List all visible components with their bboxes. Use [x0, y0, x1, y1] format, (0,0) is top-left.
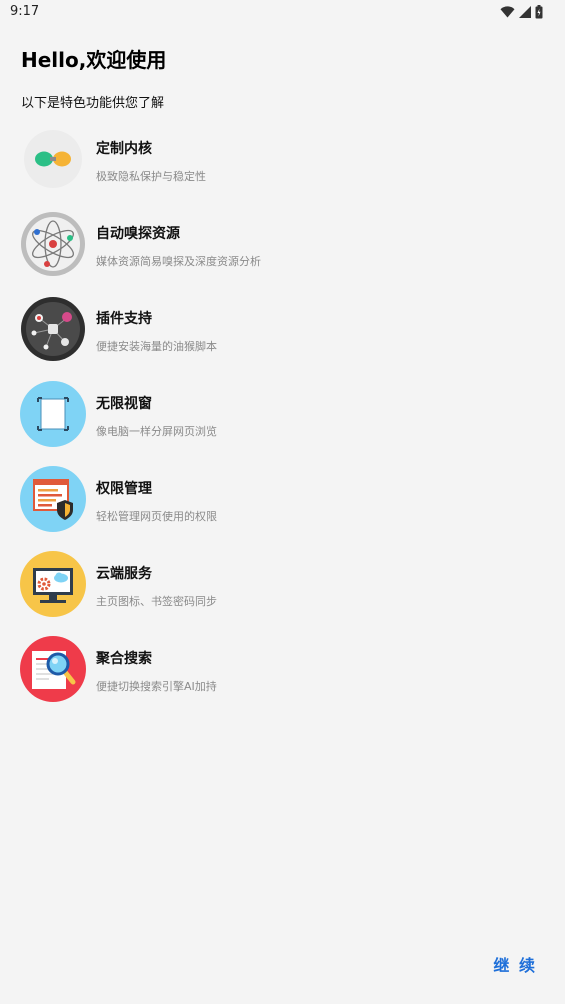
feature-title: 云端服务: [96, 566, 152, 582]
signal-icon: [519, 6, 531, 18]
feature-item-permission: 权限管理 轻松管理网页使用的权限: [20, 466, 540, 534]
feature-title: 自动嗅探资源: [96, 226, 180, 242]
feature-item-window: 无限视窗 像电脑一样分屏网页浏览: [20, 381, 540, 449]
continue-button[interactable]: 继 续: [493, 952, 537, 976]
feature-title: 无限视窗: [96, 396, 152, 412]
feature-item-kernel: 定制内核 极致隐私保护与稳定性: [20, 126, 540, 194]
feature-desc: 便捷切换搜索引擎AI加持: [96, 680, 217, 693]
feature-title: 权限管理: [96, 481, 152, 497]
page-subtitle: 以下是特色功能供您了解: [21, 96, 165, 111]
kernel-icon: [20, 126, 86, 192]
status-time: 9:17: [10, 4, 40, 19]
feature-desc: 轻松管理网页使用的权限: [96, 510, 217, 523]
cloud-monitor-icon: [20, 551, 86, 617]
feature-desc: 极致隐私保护与稳定性: [96, 170, 206, 183]
feature-item-sniff: 自动嗅探资源 媒体资源简易嗅探及深度资源分析: [20, 211, 540, 279]
magnifier-icon: [20, 636, 86, 702]
wifi-icon: [500, 6, 515, 18]
feature-item-cloud: 云端服务 主页图标、书签密码同步: [20, 551, 540, 619]
feature-item-search: 聚合搜索 便捷切换搜索引擎AI加持: [20, 636, 540, 704]
feature-desc: 主页图标、书签密码同步: [96, 595, 217, 608]
status-bar: 9:17: [0, 0, 565, 24]
feature-title: 插件支持: [96, 311, 152, 327]
feature-desc: 便捷安装海量的油猴脚本: [96, 340, 217, 353]
battery-icon: [535, 5, 543, 19]
atom-icon: [20, 211, 86, 277]
page-title: Hello,欢迎使用: [21, 48, 167, 72]
window-icon: [20, 381, 86, 447]
permission-shield-icon: [20, 466, 86, 532]
feature-item-plugin: 插件支持 便捷安装海量的油猴脚本: [20, 296, 540, 364]
feature-title: 聚合搜索: [96, 651, 152, 667]
feature-title: 定制内核: [96, 141, 152, 157]
feature-desc: 像电脑一样分屏网页浏览: [96, 425, 217, 438]
plugin-network-icon: [20, 296, 86, 362]
feature-desc: 媒体资源简易嗅探及深度资源分析: [96, 255, 261, 268]
status-icons: [500, 4, 543, 20]
